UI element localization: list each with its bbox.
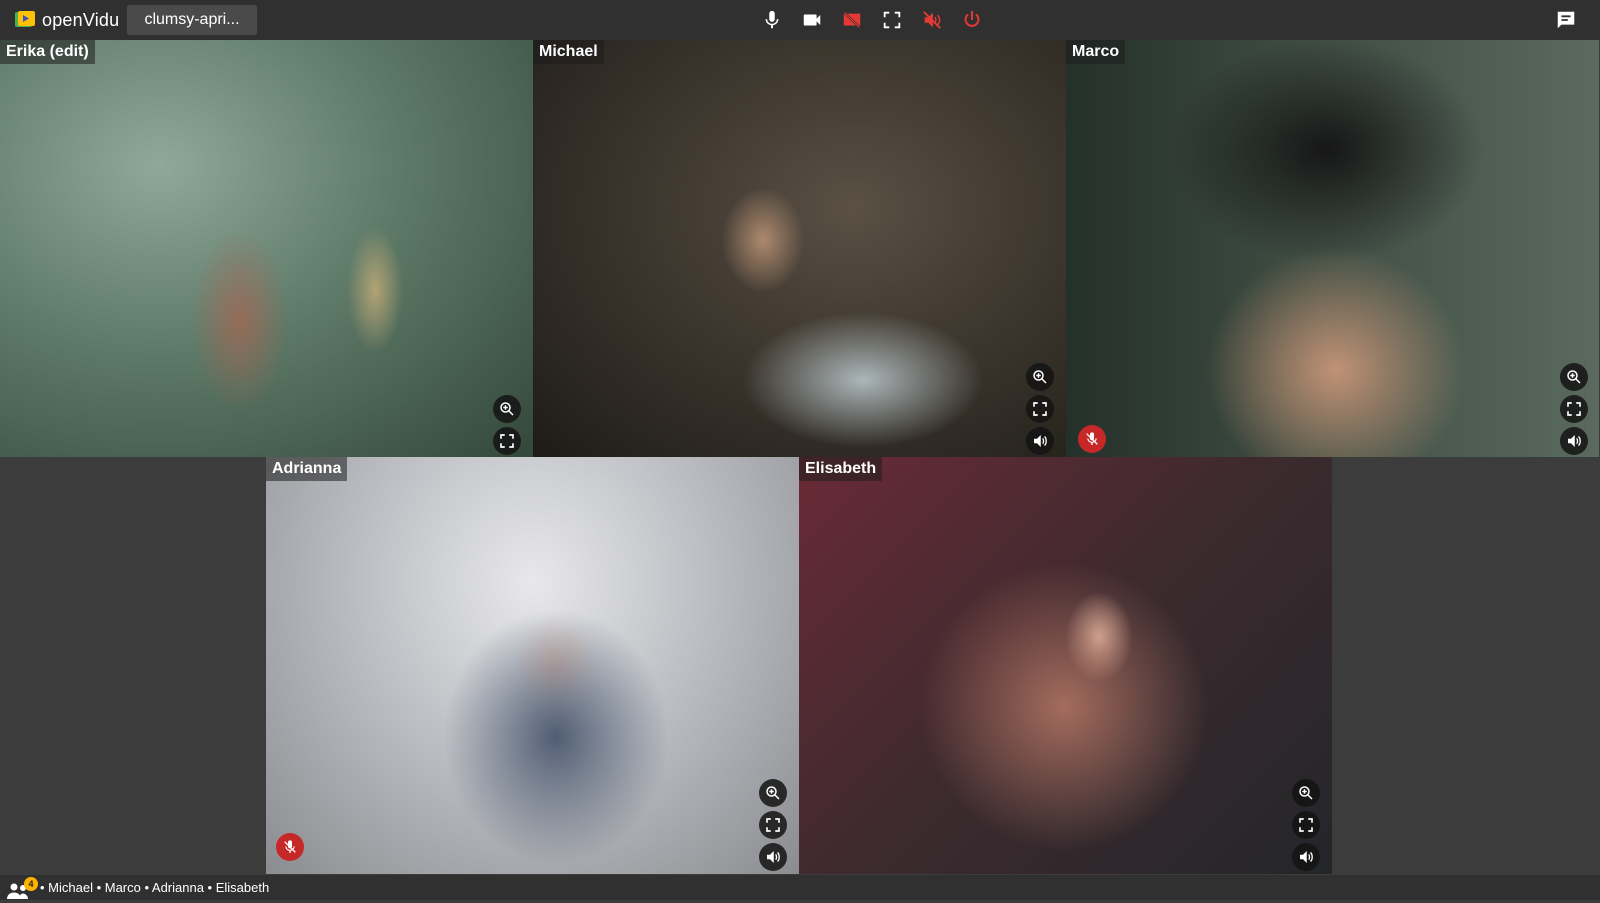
tile-fullscreen-button[interactable] (1292, 811, 1320, 839)
volume-up-icon (1568, 435, 1581, 447)
participant-nickname: Marco (1066, 40, 1126, 64)
screenshare-off-icon (843, 11, 861, 29)
app-name: openVidu (42, 9, 120, 30)
mic-off-icon (1086, 432, 1098, 445)
zoom-in-icon (766, 786, 780, 800)
videocam-icon (803, 14, 821, 26)
volume-up-icon (767, 851, 780, 863)
volume-up-icon (1034, 435, 1047, 447)
fullscreen-icon (1033, 402, 1047, 416)
video-tile-marco[interactable]: Marco (1066, 40, 1599, 457)
chat-icon (1557, 11, 1575, 29)
mic-button[interactable] (760, 8, 784, 32)
video-tile-elisabeth[interactable]: Elisabeth (799, 457, 1332, 874)
participant-nickname: Adrianna (266, 457, 348, 481)
volume-button[interactable] (1560, 427, 1588, 455)
video-person-silhouette (533, 40, 1066, 457)
mic-off-icon (284, 840, 296, 853)
zoom-in-icon (1033, 370, 1047, 384)
openvidu-logo-icon (15, 11, 35, 27)
zoom-button[interactable] (1292, 779, 1320, 807)
zoom-button[interactable] (1560, 363, 1588, 391)
participants-footer: 4 • Michael • Marco • Adrianna • Elisabe… (0, 875, 1600, 900)
power-icon (964, 10, 980, 27)
fullscreen-button[interactable] (880, 8, 904, 32)
chat-button[interactable] (1554, 8, 1578, 32)
mic-icon (765, 10, 779, 29)
camera-button[interactable] (800, 8, 824, 32)
zoom-in-icon (500, 402, 514, 416)
video-tile-michael[interactable]: Michael (533, 40, 1066, 457)
screenshare-button[interactable] (840, 8, 864, 32)
muted-indicator (276, 833, 304, 861)
fullscreen-icon (766, 818, 780, 832)
video-person-silhouette (266, 457, 799, 874)
fullscreen-icon (1567, 402, 1581, 416)
fullscreen-icon (500, 434, 514, 448)
volume-button[interactable] (1026, 427, 1054, 455)
video-tile-erika[interactable]: Erika (edit) (0, 40, 533, 457)
video-tile-adrianna[interactable]: Adrianna (266, 457, 799, 874)
top-toolbar: openVidu clumsy-apri... (0, 0, 1600, 40)
fullscreen-icon (883, 11, 901, 29)
speaker-button[interactable] (920, 8, 944, 32)
zoom-in-icon (1567, 370, 1581, 384)
tile-fullscreen-button[interactable] (1026, 395, 1054, 423)
tile-fullscreen-button[interactable] (759, 811, 787, 839)
zoom-button[interactable] (1026, 363, 1054, 391)
participant-nickname: Elisabeth (799, 457, 883, 481)
participant-list: • Michael • Marco • Adrianna • Elisabeth (40, 880, 270, 895)
leave-session-button[interactable] (960, 8, 984, 32)
session-name: clumsy-apri... (127, 5, 257, 35)
zoom-in-icon (1299, 786, 1313, 800)
volume-button[interactable] (759, 843, 787, 871)
zoom-button[interactable] (759, 779, 787, 807)
participant-count-badge: 4 (24, 877, 38, 891)
speaker-off-icon (923, 11, 941, 29)
participant-nickname: Erika (edit) (0, 40, 95, 64)
fullscreen-icon (1299, 818, 1313, 832)
volume-button[interactable] (1292, 843, 1320, 871)
volume-up-icon (1300, 851, 1313, 863)
tile-fullscreen-button[interactable] (1560, 395, 1588, 423)
zoom-button[interactable] (493, 395, 521, 423)
openvidu-logo: openVidu (14, 8, 119, 32)
video-person-silhouette (1066, 40, 1599, 457)
video-person-silhouette (0, 40, 533, 457)
participant-nickname: Michael (533, 40, 604, 64)
muted-indicator (1078, 425, 1106, 453)
tile-fullscreen-button[interactable] (493, 427, 521, 455)
video-person-silhouette (799, 457, 1332, 874)
